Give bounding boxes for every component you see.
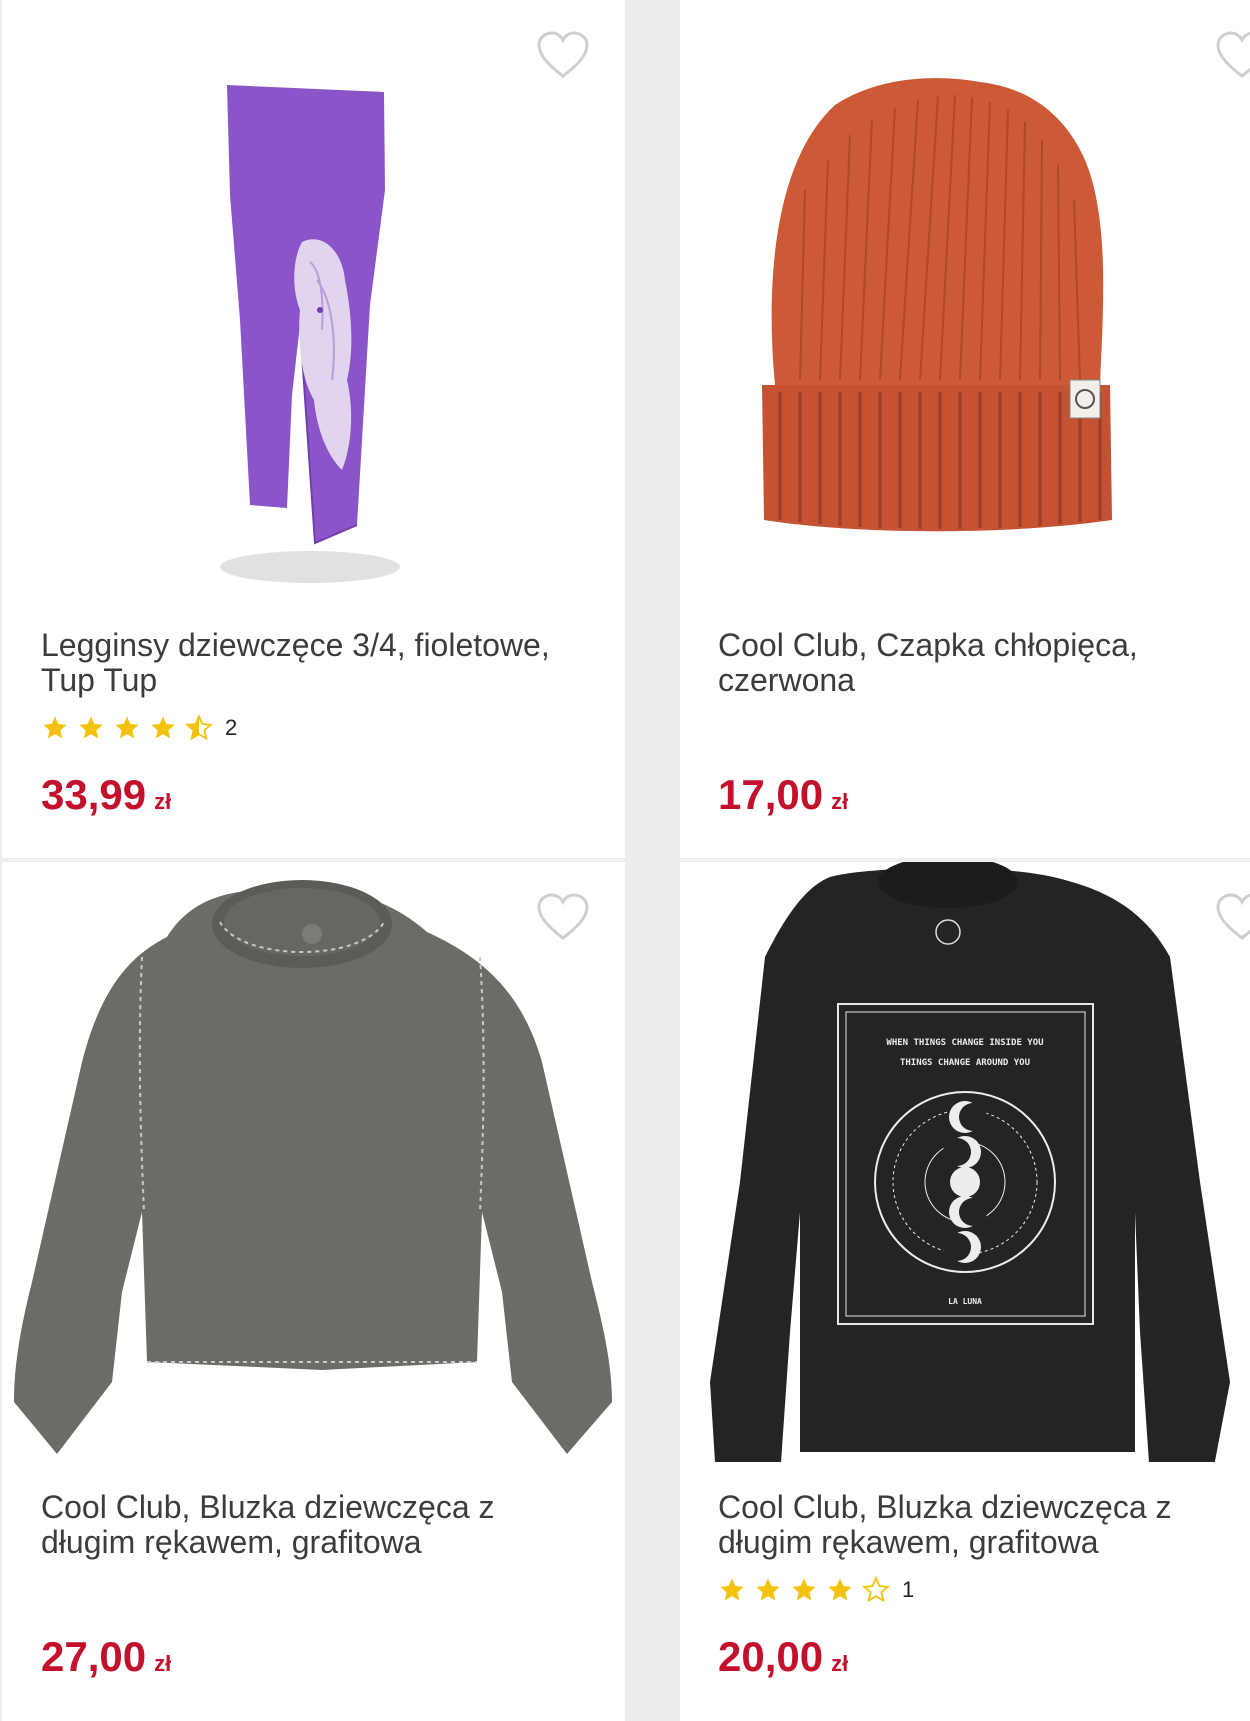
- product-card[interactable]: Legginsy dziewczęce 3/4, fioletowe, Tup …: [2, 0, 625, 858]
- wishlist-heart-icon[interactable]: [1215, 30, 1250, 80]
- product-price: 17,00 zł: [718, 770, 848, 827]
- product-image-black-sweatshirt[interactable]: WHEN THINGS CHANGE INSIDE YOU THINGS CHA…: [680, 862, 1250, 1462]
- star-full-icon: [756, 1578, 780, 1601]
- star-full-icon: [720, 1578, 744, 1601]
- product-card[interactable]: Cool Club, Bluzka dziewczęca z długim rę…: [2, 862, 625, 1721]
- star-full-icon: [151, 716, 175, 739]
- star-full-icon: [79, 716, 103, 739]
- price-currency: zł: [154, 1651, 172, 1676]
- price-value: 20,00: [718, 1633, 824, 1680]
- star-full-icon: [828, 1578, 852, 1601]
- product-price: 27,00 zł: [41, 1632, 171, 1689]
- product-rating: 1: [718, 1574, 914, 1606]
- print-text-line-2: THINGS CHANGE AROUND YOU: [900, 1058, 1030, 1068]
- price-value: 17,00: [718, 771, 824, 818]
- product-rating: 2: [41, 712, 237, 744]
- star-full-icon: [115, 716, 139, 739]
- product-image-grey-sweatshirt[interactable]: [2, 862, 625, 1462]
- product-price: 20,00 zł: [718, 1632, 848, 1689]
- product-title[interactable]: Legginsy dziewczęce 3/4, fioletowe, Tup …: [41, 628, 581, 698]
- product-price: 33,99 zł: [41, 770, 171, 827]
- star-full-icon: [43, 716, 67, 739]
- wishlist-heart-icon[interactable]: [536, 892, 590, 942]
- product-image-beanie[interactable]: [680, 0, 1250, 600]
- price-currency: zł: [831, 789, 849, 814]
- print-text-line-3: LA LUNA: [948, 1297, 982, 1306]
- price-currency: zł: [154, 789, 172, 814]
- product-title[interactable]: Cool Club, Bluzka dziewczęca z długim rę…: [718, 1490, 1250, 1560]
- product-image-leggings[interactable]: [2, 0, 625, 600]
- rating-count: 1: [902, 1577, 915, 1602]
- product-grid: Legginsy dziewczęce 3/4, fioletowe, Tup …: [0, 0, 1250, 1721]
- price-value: 33,99: [41, 771, 147, 818]
- star-empty-icon: [862, 1576, 890, 1603]
- wishlist-heart-icon[interactable]: [536, 30, 590, 80]
- product-title[interactable]: Cool Club, Bluzka dziewczęca z długim rę…: [41, 1490, 581, 1560]
- product-card[interactable]: WHEN THINGS CHANGE INSIDE YOU THINGS CHA…: [680, 862, 1250, 1721]
- product-title[interactable]: Cool Club, Czapka chłopięca, czerwona: [718, 628, 1250, 698]
- rating-count: 2: [225, 715, 238, 740]
- price-currency: zł: [831, 1651, 849, 1676]
- price-value: 27,00: [41, 1633, 147, 1680]
- product-card[interactable]: Cool Club, Czapka chłopięca, czerwona 17…: [680, 0, 1250, 858]
- star-half-icon: [185, 714, 213, 741]
- wishlist-heart-icon[interactable]: [1215, 892, 1250, 942]
- star-full-icon: [792, 1578, 816, 1601]
- print-text-line-1: WHEN THINGS CHANGE INSIDE YOU: [886, 1038, 1043, 1048]
